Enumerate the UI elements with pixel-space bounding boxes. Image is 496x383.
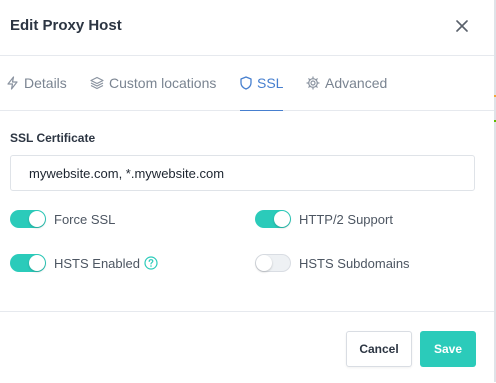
tab-custom-locations-label: Custom locations <box>109 75 217 91</box>
tab-ssl-label: SSL <box>257 75 284 91</box>
hsts-enabled-label: HSTS Enabled <box>54 255 140 271</box>
tab-advanced-label: Advanced <box>325 75 388 91</box>
ssl-certificate-label: SSL Certificate <box>10 131 96 145</box>
save-button[interactable]: Save <box>420 331 476 367</box>
tab-bar: Details Custom locations SSL Advanced <box>0 56 494 111</box>
layers-icon <box>90 76 104 90</box>
gear-icon <box>306 76 320 90</box>
hsts-subdomains-label: HSTS Subdomains <box>299 255 410 271</box>
force-ssl-toggle[interactable]: Force SSL <box>10 210 115 228</box>
modal-title: Edit Proxy Host <box>10 17 122 34</box>
ssl-certificate-select[interactable]: mywebsite.com, *.mywebsite.com <box>10 155 475 191</box>
ssl-certificate-value: mywebsite.com, *.mywebsite.com <box>29 165 225 181</box>
tab-ssl[interactable]: SSL <box>240 56 284 111</box>
bolt-icon <box>7 76 18 90</box>
tab-details-label: Details <box>24 75 67 91</box>
tab-custom-locations[interactable]: Custom locations <box>90 56 216 110</box>
shield-icon <box>240 76 252 90</box>
force-ssl-label: Force SSL <box>54 211 116 227</box>
modal-footer: Cancel Save <box>0 311 494 383</box>
http2-support-toggle[interactable]: HTTP/2 Support <box>255 210 393 228</box>
edit-proxy-host-modal: Edit Proxy Host Details Custom locations <box>0 0 495 382</box>
hsts-subdomains-toggle[interactable]: HSTS Subdomains <box>255 254 410 272</box>
cancel-button[interactable]: Cancel <box>346 331 412 367</box>
tab-details[interactable]: Details <box>6 56 67 110</box>
hsts-enabled-toggle[interactable]: HSTS Enabled <box>10 254 158 272</box>
http2-support-switch[interactable] <box>255 210 291 228</box>
modal-header: Edit Proxy Host <box>0 0 494 56</box>
close-button[interactable] <box>450 14 474 38</box>
close-icon <box>456 20 468 32</box>
question-circle-icon[interactable] <box>144 256 158 270</box>
tab-advanced[interactable]: Advanced <box>306 56 387 110</box>
hsts-subdomains-switch[interactable] <box>255 254 291 272</box>
force-ssl-switch[interactable] <box>10 210 46 228</box>
http2-support-label: HTTP/2 Support <box>299 211 393 227</box>
hsts-enabled-switch[interactable] <box>10 254 46 272</box>
